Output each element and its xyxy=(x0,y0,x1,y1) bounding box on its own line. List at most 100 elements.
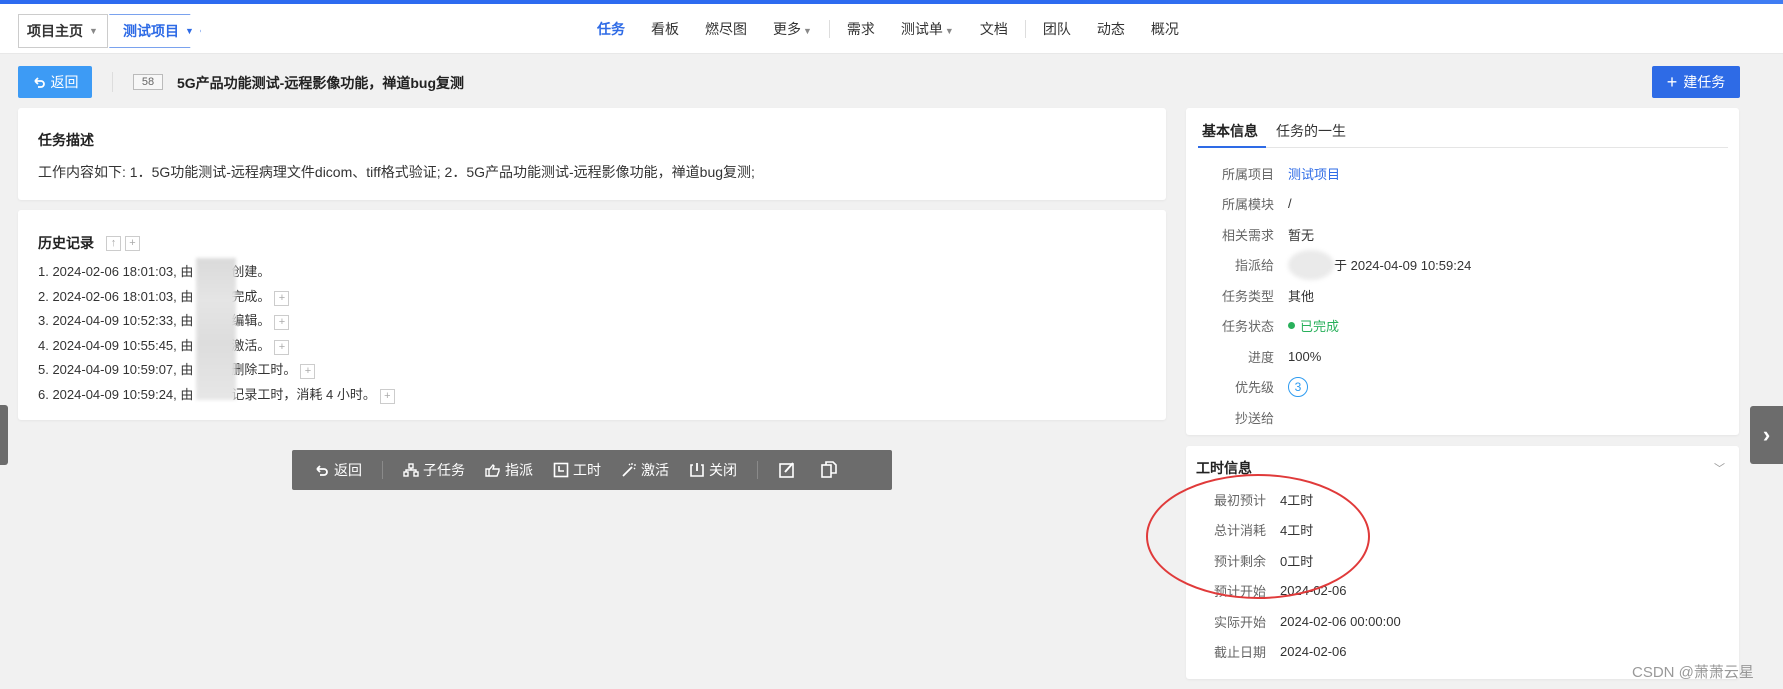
info-label: 优先级 xyxy=(1234,380,1274,396)
toolbar-divider xyxy=(382,461,383,479)
info-value: 100% xyxy=(1288,348,1322,364)
power-icon xyxy=(690,463,704,477)
history-item-suffix: 编辑。 xyxy=(231,313,271,328)
time-label: 实际开始 xyxy=(1213,614,1266,630)
chevron-down-icon[interactable]: ﹀ xyxy=(1714,460,1725,476)
sort-up-icon[interactable]: ↑ xyxy=(106,235,121,251)
history-title: 历史记录 xyxy=(38,235,94,251)
breadcrumb-home[interactable]: 项目主页 ▼ xyxy=(18,14,108,48)
status-dot-icon xyxy=(1288,322,1295,330)
toolbar-back-label: 返回 xyxy=(334,462,362,478)
info-label: 任务类型 xyxy=(1221,288,1274,304)
time-row-real-start: 实际开始 2024-02-06 00:00:00 xyxy=(1186,606,1739,637)
toolbar-close-label: 关闭 xyxy=(709,462,737,478)
info-row-status: 任务状态 已完成 xyxy=(1186,311,1739,342)
toolbar-close-button[interactable]: 关闭 xyxy=(689,460,737,480)
history-item-prefix: 4. 2024-04-09 10:55:45, 由 xyxy=(38,337,194,353)
toolbar-activate-label: 激活 xyxy=(641,462,669,478)
description-text: 工作内容如下: 1．5G功能测试-远程病理文件dicom、tiff格式验证; 2… xyxy=(38,164,755,180)
history-item-suffix: 激活。 xyxy=(231,337,271,353)
description-title: 任务描述 xyxy=(38,132,94,148)
nav-team[interactable]: 团队 xyxy=(1030,19,1084,39)
chevron-right-icon: › xyxy=(1762,422,1771,447)
redacted-user-blur xyxy=(1288,249,1334,280)
nav-story[interactable]: 需求 xyxy=(834,19,888,39)
tab-basic-info[interactable]: 基本信息 xyxy=(1198,120,1266,148)
info-label: 相关需求 xyxy=(1221,227,1274,243)
info-row-module: 所属模块 / xyxy=(1186,189,1739,220)
expand-icon[interactable]: + xyxy=(300,364,316,379)
watermark: CSDN @萧萧云星 xyxy=(1632,664,1754,681)
copy-icon xyxy=(821,461,837,478)
nav-burndown[interactable]: 燃尽图 xyxy=(692,19,760,39)
time-label: 截止日期 xyxy=(1213,645,1266,661)
chevron-down-icon: ▼ xyxy=(944,26,954,36)
nav-testtask-label: 测试单 xyxy=(900,21,943,37)
toolbar-assign-button[interactable]: 指派 xyxy=(485,460,533,480)
history-item-prefix: 5. 2024-04-09 10:59:07, 由 xyxy=(38,362,194,377)
main-nav: 任务 看板 燃尽图 更多 ▼ 需求 测试单 ▼ 文档 团队 动态 概况 xyxy=(584,4,1192,54)
expand-all-icon[interactable]: + xyxy=(125,235,140,251)
info-row-assigned: 指派给 于 2024-04-09 10:59:24 xyxy=(1186,249,1739,281)
expand-icon[interactable]: + xyxy=(274,290,290,306)
time-value: 2024-02-06 xyxy=(1280,644,1347,660)
task-title: 5G产品功能测试-远程影像功能，禅道bug复测 xyxy=(177,75,464,91)
nav-more[interactable]: 更多 ▼ xyxy=(760,19,825,39)
info-row-priority: 优先级 3 xyxy=(1186,372,1739,403)
history-item-suffix: 创建。 xyxy=(231,264,271,279)
toolbar-worktime-button[interactable]: 工时 xyxy=(553,460,601,480)
info-value: 于 2024-04-09 10:59:24 xyxy=(1334,258,1472,274)
history-item-suffix: 记录工时，消耗 4 小时。 xyxy=(231,386,376,402)
info-value: 暂无 xyxy=(1288,227,1315,243)
info-row-project: 所属项目 测试项目 xyxy=(1186,158,1739,189)
info-rows: 所属项目 测试项目 所属模块 / 相关需求 暂无 指派给 于 2024-04-09 10… xyxy=(1186,158,1739,433)
undo-icon xyxy=(33,77,45,88)
sitemap-icon xyxy=(403,463,419,477)
task-description-card: 任务描述 工作内容如下: 1．5G功能测试-远程病理文件dicom、tiff格式… xyxy=(18,108,1166,200)
history-item-prefix: 3. 2024-04-09 10:52:33, 由 xyxy=(38,313,194,328)
toolbar-subtask-button[interactable]: 子任务 xyxy=(403,460,465,480)
info-tabs: 基本信息 任务的一生 xyxy=(1198,120,1728,148)
nav-doc[interactable]: 文档 xyxy=(967,19,1021,39)
info-row-story: 相关需求 暂无 xyxy=(1186,219,1739,250)
tab-task-life[interactable]: 任务的一生 xyxy=(1272,120,1354,148)
hand-point-icon xyxy=(485,463,500,477)
expand-icon[interactable]: + xyxy=(274,339,290,355)
history-item-prefix: 1. 2024-02-06 18:01:03, 由 xyxy=(38,264,194,279)
status-badge: 已完成 xyxy=(1288,316,1339,335)
nav-more-label: 更多 xyxy=(773,21,801,37)
left-panel-handle[interactable] xyxy=(0,405,8,465)
new-task-button[interactable]: + 建任务 xyxy=(1652,66,1740,98)
toolbar-back-button[interactable]: 返回 xyxy=(314,460,362,480)
info-label: 指派给 xyxy=(1234,258,1274,274)
toolbar-activate-button[interactable]: 激活 xyxy=(621,460,669,480)
nav-dynamic[interactable]: 动态 xyxy=(1084,19,1138,39)
history-item-prefix: 6. 2024-04-09 10:59:24, 由 xyxy=(38,386,194,402)
breadcrumb-home-label: 项目主页 xyxy=(27,23,83,39)
breadcrumb-project[interactable]: 测试项目 ▼ xyxy=(109,14,201,48)
project-link[interactable]: 测试项目 xyxy=(1288,164,1340,183)
toolbar-edit-button[interactable] xyxy=(778,461,800,479)
info-label: 所属项目 xyxy=(1221,166,1274,182)
expand-icon[interactable]: + xyxy=(379,388,395,404)
nav-testtask[interactable]: 测试单 ▼ xyxy=(888,19,967,39)
expand-icon[interactable]: + xyxy=(274,315,290,330)
clock-icon xyxy=(553,462,569,478)
toolbar-worktime-label: 工时 xyxy=(573,462,601,478)
redacted-user-blur xyxy=(196,258,236,400)
right-panel-toggle[interactable]: › xyxy=(1750,406,1783,464)
nav-overview[interactable]: 概况 xyxy=(1138,19,1192,39)
new-task-label: 建任务 xyxy=(1683,74,1726,90)
magic-wand-icon xyxy=(622,463,636,477)
edit-icon xyxy=(779,462,794,478)
nav-task[interactable]: 任务 xyxy=(584,19,638,39)
time-value: 2024-02-06 00:00:00 xyxy=(1280,613,1401,629)
breadcrumb-project-label: 测试项目 xyxy=(123,23,179,39)
action-toolbar: 返回 子任务 指派 工时 激活 关闭 xyxy=(292,450,892,490)
back-button[interactable]: 返回 xyxy=(18,66,92,98)
toolbar-copy-button[interactable] xyxy=(820,461,842,479)
history-header: 历史记录 ↑ + xyxy=(38,233,140,253)
chevron-down-icon: ▼ xyxy=(185,26,194,36)
nav-kanban[interactable]: 看板 xyxy=(638,19,692,39)
priority-badge: 3 xyxy=(1288,376,1308,397)
